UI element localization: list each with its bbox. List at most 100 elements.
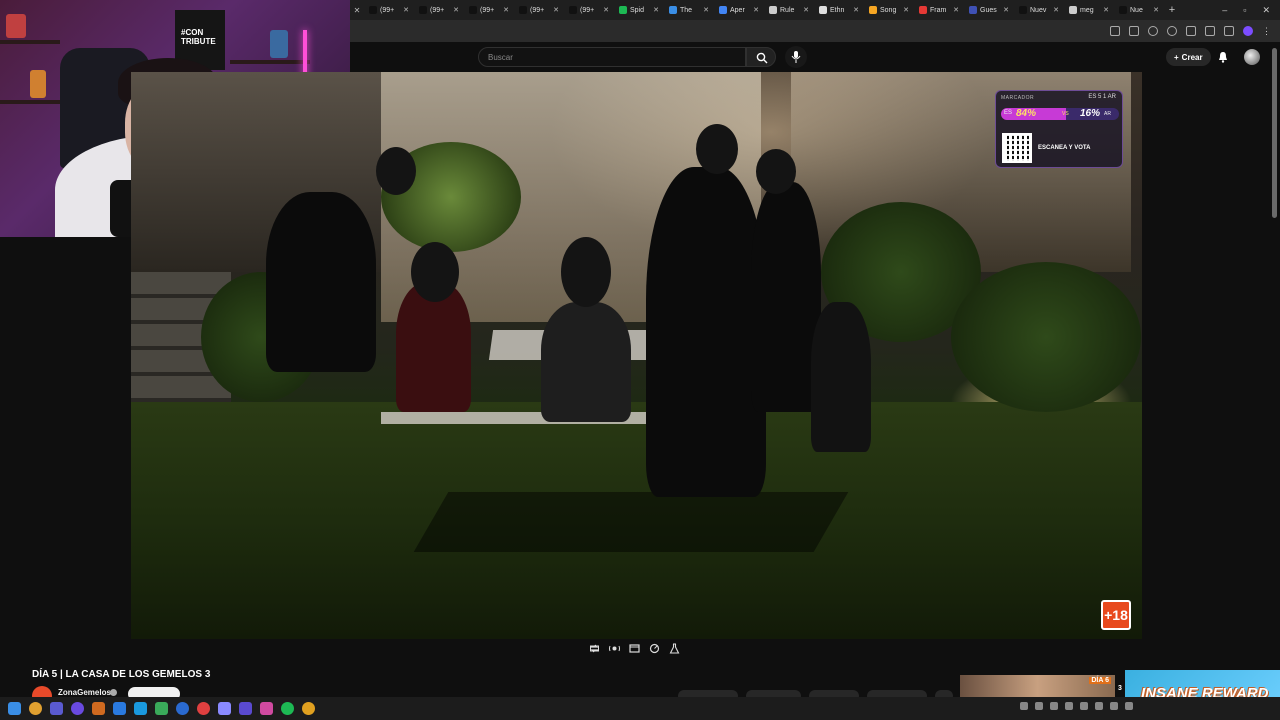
age-rating-badge: +18 [1101,600,1131,630]
person-head [411,242,459,302]
shelf [0,40,60,44]
bookmarks-icon[interactable] [1205,26,1215,36]
app-icon[interactable] [155,702,168,715]
tab-close-icon[interactable]: ✕ [753,6,759,14]
tab-label: Rule [780,6,795,14]
maximize-button[interactable]: ▫ [1243,5,1246,16]
create-button[interactable]: + Crear [1166,48,1211,66]
browser-tab[interactable]: Gues ✕ [964,0,1014,20]
page-scrollbar[interactable] [1272,48,1277,218]
tray-icon[interactable] [1125,702,1133,710]
tab-close-icon[interactable]: ✕ [1053,6,1059,14]
profile-icon[interactable] [1243,26,1253,36]
browser-tab[interactable]: (99+ ✕ [464,0,514,20]
scoreboard-day-info: ES 5 1 AR [1088,94,1116,100]
search-input[interactable]: Buscar [478,47,746,67]
person [811,302,871,452]
tab-close-icon[interactable]: ✕ [1003,6,1009,14]
app-icon[interactable] [92,702,105,715]
tab-close-icon[interactable]: ✕ [503,6,509,14]
browser-tab[interactable]: Fram ✕ [914,0,964,20]
tab-close-icon[interactable]: ✕ [453,6,459,14]
person-head [376,147,416,195]
tab-close-icon[interactable]: ✕ [703,6,709,14]
app-icon[interactable] [218,702,231,715]
tab-close-icon[interactable]: ✕ [653,6,659,14]
browser-tab[interactable]: Ethn ✕ [814,0,864,20]
app-icon[interactable] [260,702,273,715]
tray-icon[interactable] [1095,702,1103,710]
tab-close-icon[interactable]: ✕ [1153,6,1159,14]
browser-tab[interactable]: meg ✕ [1064,0,1114,20]
browser-tab[interactable]: (99+ ✕ [514,0,564,20]
new-tab-icon[interactable]: + [1164,4,1180,16]
tab-close-icon[interactable]: ✕ [853,6,859,14]
flask-icon[interactable] [669,643,680,654]
tray-icon[interactable] [1110,702,1118,710]
right-team-percent: 16% [1080,108,1101,119]
browser-tab[interactable]: (99+ ✕ [564,0,614,20]
app-icon[interactable] [197,702,210,715]
sidepanel-icon[interactable] [1224,26,1234,36]
spotify-icon[interactable] [281,702,294,715]
shelf [230,60,310,64]
tray-icon[interactable] [1065,702,1073,710]
menu-kebab-icon[interactable]: ⋮ [1262,26,1272,36]
tab-label: Nuev [1030,6,1047,14]
browser-tab[interactable]: Song ✕ [864,0,914,20]
app-icon[interactable] [134,702,147,715]
browser-tab[interactable]: Aper ✕ [714,0,764,20]
recommended-thumbnail[interactable]: DÍA 6 [960,675,1115,697]
shadow [413,492,849,552]
app-icon[interactable] [113,702,126,715]
tab-close-icon[interactable]: ✕ [1103,6,1109,14]
browser-tab[interactable]: Nue ✕ [1114,0,1164,20]
tab-close-icon[interactable]: ✕ [403,6,409,14]
minimize-button[interactable]: – [1222,5,1227,16]
tray-icon[interactable] [1035,702,1043,710]
tab-close-icon[interactable]: ✕ [953,6,959,14]
video-player[interactable]: MARCADOR ES 5 1 AR ES 84% VS 16% AR ESCA… [131,72,1142,639]
close-window-button[interactable]: ✕ [1262,5,1270,16]
speed-icon[interactable] [649,643,660,654]
notifications-bell-icon[interactable] [1218,51,1228,63]
browser-tab[interactable]: Rule ✕ [764,0,814,20]
search-icon[interactable] [29,702,42,715]
search-button[interactable] [746,47,776,67]
chrome-icon[interactable] [302,702,315,715]
tab-label: Song [880,6,897,14]
tab-close-icon[interactable]: ✕ [603,6,609,14]
ambient-mode-icon[interactable] [609,643,620,654]
app-icon[interactable] [50,702,63,715]
bush [951,262,1141,412]
tab-close-icon[interactable]: ✕ [903,6,909,14]
browser-tab[interactable]: Spid ✕ [614,0,664,20]
extensions-puzzle-icon[interactable] [1186,26,1196,36]
start-icon[interactable] [8,702,21,715]
tab-label: Gues [980,6,997,14]
right-team-label: AR [1104,111,1111,117]
tray-icon[interactable] [1020,702,1028,710]
tab-close-icon[interactable]: ✕ [803,6,809,14]
tray-icon[interactable] [1080,702,1088,710]
install-icon[interactable] [1110,26,1120,36]
tray-icon[interactable] [1050,702,1058,710]
loop-icon[interactable] [589,643,600,654]
bookmark-star-icon[interactable] [1129,26,1139,36]
extension-icon[interactable] [1148,26,1158,36]
voice-search-button[interactable] [785,46,807,68]
app-icon[interactable] [239,702,252,715]
tab-close-icon[interactable]: ✕ [350,6,364,15]
tab-favicon-icon [1119,6,1127,14]
channel-name[interactable]: ZonaGemelos [58,688,111,697]
theater-mode-icon[interactable] [629,643,640,654]
app-icon[interactable] [71,702,84,715]
browser-tab[interactable]: (99+ ✕ [414,0,464,20]
extension-icon[interactable] [1167,26,1177,36]
browser-tab[interactable]: Nuev ✕ [1014,0,1064,20]
browser-tab[interactable]: The ✕ [664,0,714,20]
account-avatar[interactable] [1244,49,1260,65]
browser-tab[interactable]: (99+ ✕ [364,0,414,20]
app-icon[interactable] [176,702,189,715]
tab-close-icon[interactable]: ✕ [553,6,559,14]
